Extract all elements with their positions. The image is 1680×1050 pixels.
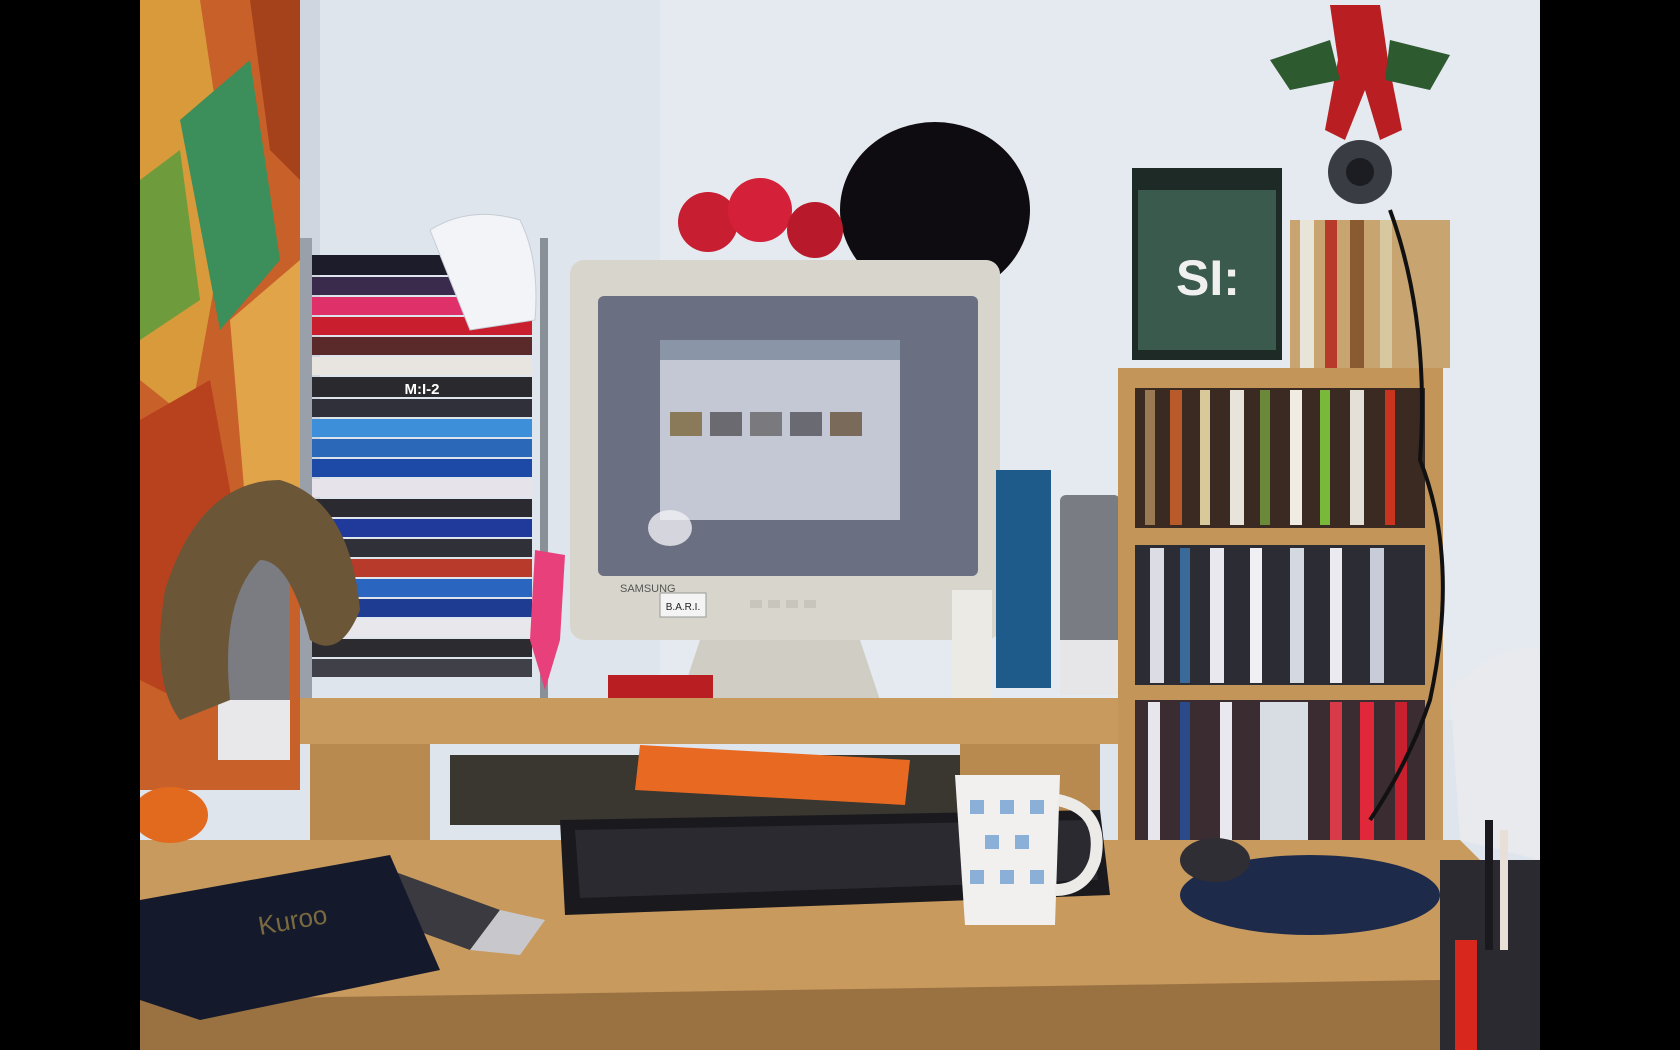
white-box (952, 590, 992, 710)
plastic-bag-right (1450, 648, 1540, 860)
top-books (1290, 220, 1450, 368)
right-speaker (1060, 495, 1120, 695)
game-box: SI: (1132, 168, 1282, 360)
crt-monitor: SAMSUNG B.A.R.I. (570, 260, 1000, 700)
desk-scene: M:I-2 SAMSUNG B.A.R.I. SI: Kuroo (140, 0, 1540, 1050)
blue-box (996, 470, 1051, 688)
mouse (1180, 838, 1250, 882)
monitor-sticker: B.A.R.I. (666, 602, 700, 613)
dvd-spine-label: M:I-2 (405, 381, 440, 398)
desk-photo: M:I-2 SAMSUNG B.A.R.I. SI: Kuroo (140, 0, 1540, 1050)
game-box-title: SI: (1176, 250, 1240, 306)
cd-shelf (1118, 368, 1443, 868)
webcam (1328, 140, 1392, 204)
